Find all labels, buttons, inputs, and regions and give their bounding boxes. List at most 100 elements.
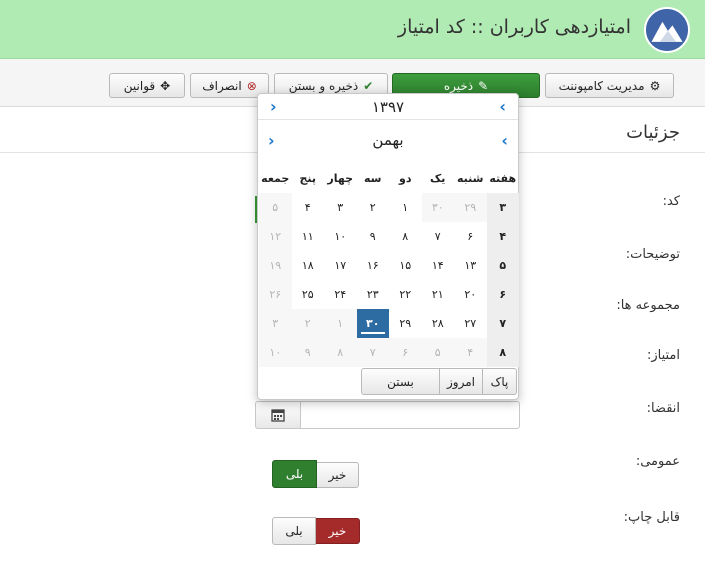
week-number: ۳ (486, 193, 519, 222)
day-cell[interactable]: ۲۶ (259, 280, 292, 309)
month-row: › بهمن ‹ (258, 125, 518, 155)
cancel-label: انصراف (202, 78, 242, 93)
day-cell[interactable]: ۲۳ (357, 280, 390, 309)
week-number: ۷ (486, 309, 519, 338)
day-cell[interactable]: ۲۴ (324, 280, 357, 309)
public-no-button[interactable]: خیر (316, 462, 359, 488)
today-button[interactable]: امروز (440, 368, 483, 395)
weekday-header: سه (364, 172, 382, 185)
day-cell[interactable]: ۳۰ (421, 193, 454, 222)
logo (644, 7, 690, 53)
save-close-label: ذخیره و بستن (288, 78, 359, 93)
section-title: جزئیات (626, 122, 680, 143)
day-cell[interactable]: ۱۹ (259, 251, 292, 280)
day-cell[interactable]: ۱۲ (259, 222, 292, 251)
weekday-header: دو (399, 172, 412, 185)
day-cell[interactable]: ۱۳ (454, 251, 487, 280)
day-cell[interactable]: ۲۸ (422, 309, 455, 338)
week-number: ۶ (486, 280, 519, 309)
expiry-label: انقضا: (646, 401, 680, 416)
day-cell[interactable]: ۹ (357, 222, 390, 251)
day-cell[interactable]: ۱۰ (324, 222, 357, 251)
day-cell[interactable]: ۲۰ (454, 280, 487, 309)
rules-label: قوانین (123, 78, 156, 93)
day-cell[interactable]: ۷ (422, 222, 455, 251)
printable-no-button[interactable]: خیر (315, 518, 360, 544)
day-cell[interactable]: ۳ (324, 193, 357, 222)
weekday-header: یک (430, 172, 446, 185)
week-number: ۸ (486, 338, 519, 367)
weekday-header-row: هفته شنبه یک دو سه چهار پنج جمعه (259, 164, 519, 193)
week-row: ۶ ۲۰ ۲۱ ۲۲ ۲۳ ۲۴ ۲۵ ۲۶ (259, 280, 519, 309)
day-cell[interactable]: ۵ (259, 193, 292, 222)
groups-label: مجموعه ها: (616, 298, 680, 313)
week-row: ۵ ۱۳ ۱۴ ۱۵ ۱۶ ۱۷ ۱۸ ۱۹ (259, 251, 519, 280)
month-label: بهمن (372, 131, 404, 149)
next-year-chevron-icon[interactable]: › (270, 97, 277, 116)
day-cell[interactable]: ۱ (324, 309, 357, 338)
day-cell[interactable]: ۱۷ (324, 251, 357, 280)
check-icon: ✔ (363, 78, 374, 93)
day-cell[interactable]: ۳ (259, 309, 292, 338)
expiry-date-input[interactable] (300, 401, 520, 429)
rules-button[interactable]: ✥ قوانین (109, 73, 185, 98)
day-cell[interactable]: ۸ (389, 222, 422, 251)
selected-day-cell[interactable]: ۳۰ (356, 309, 389, 338)
day-cell[interactable]: ۹ (291, 338, 324, 367)
year-row: › ۱۳۹۷ ‹ (258, 94, 518, 120)
day-cell[interactable]: ۲ (291, 309, 324, 338)
day-cell[interactable]: ۷ (356, 338, 389, 367)
weekday-header: جمعه (261, 172, 290, 185)
day-cell[interactable]: ۱۵ (389, 251, 422, 280)
code-label: کد: (662, 194, 680, 209)
clear-button[interactable]: پاک (483, 368, 517, 395)
points-label: امتیاز: (646, 348, 680, 363)
prev-month-chevron-icon[interactable]: ‹ (501, 131, 508, 150)
day-cell[interactable]: ۵ (421, 338, 454, 367)
day-cell[interactable]: ۶ (454, 222, 487, 251)
week-row: ۳ ۲۹ ۳۰ ۱ ۲ ۳ ۴ ۵ (259, 193, 519, 222)
prev-year-chevron-icon[interactable]: ‹ (499, 97, 506, 116)
day-cell[interactable]: ۸ (324, 338, 357, 367)
page-title: امتیازدهی کاربران :: کد امتیاز (397, 16, 631, 38)
calendar-icon (271, 409, 285, 422)
printable-yes-button[interactable]: بلی (272, 517, 316, 545)
day-cell[interactable]: ۲۱ (422, 280, 455, 309)
calendar-popup: › ۱۳۹۷ ‹ › بهمن ‹ هفته شنبه یک دو سه چهار پنج ج… (257, 93, 519, 400)
day-cell[interactable]: ۲۲ (389, 280, 422, 309)
day-cell[interactable]: ۱۰ (259, 338, 292, 367)
day-cell[interactable]: ۲۹ (454, 193, 487, 222)
weekday-header: شنبه (457, 172, 484, 185)
day-cell[interactable]: ۱۶ (357, 251, 390, 280)
description-label: توضیحات: (625, 247, 680, 262)
day-cell[interactable]: ۴ (292, 193, 325, 222)
component-management-label: مدیریت کامپوننت (558, 78, 645, 93)
save-label: ذخیره (443, 78, 474, 93)
next-month-chevron-icon[interactable]: › (268, 131, 275, 150)
day-cell[interactable]: ۲۵ (292, 280, 325, 309)
calendar-footer: بستن امروز پاک (361, 368, 517, 395)
weekday-header: پنج (299, 172, 317, 185)
gear-icon: ⚙ (649, 78, 661, 93)
day-cell[interactable]: ۱۴ (422, 251, 455, 280)
day-cell[interactable]: ۱۱ (292, 222, 325, 251)
day-cell[interactable]: ۲۹ (389, 309, 422, 338)
day-cell[interactable]: ۲ (357, 193, 390, 222)
day-cell[interactable]: ۱ (389, 193, 422, 222)
week-row: ۷ ۲۷ ۲۸ ۲۹ ۳۰ ۱ ۲ ۳ (259, 309, 519, 338)
component-management-button[interactable]: ⚙ مدیریت کامپوننت (545, 73, 674, 98)
day-cell[interactable]: ۱۸ (292, 251, 325, 280)
calendar-grid: هفته شنبه یک دو سه چهار پنج جمعه ۳ ۲۹ ۳۰ ۱ ۲ ۳ ۴ ۵ ۴ ۶ ۷ ۸ ۹… (259, 164, 519, 367)
close-calendar-button[interactable]: بستن (361, 368, 440, 395)
day-cell[interactable]: ۶ (389, 338, 422, 367)
public-yes-button[interactable]: بلی (272, 460, 317, 488)
year-label: ۱۳۹۷ (371, 97, 405, 116)
cancel-circle-icon: ⊗ (246, 78, 257, 93)
week-number: ۵ (486, 251, 519, 280)
week-column-header: هفته (489, 172, 517, 185)
day-cell[interactable]: ۲۷ (454, 309, 487, 338)
week-row: ۸ ۴ ۵ ۶ ۷ ۸ ۹ ۱۰ (259, 338, 519, 367)
public-label: عمومی: (635, 454, 680, 469)
calendar-button[interactable] (255, 401, 301, 429)
day-cell[interactable]: ۴ (454, 338, 487, 367)
